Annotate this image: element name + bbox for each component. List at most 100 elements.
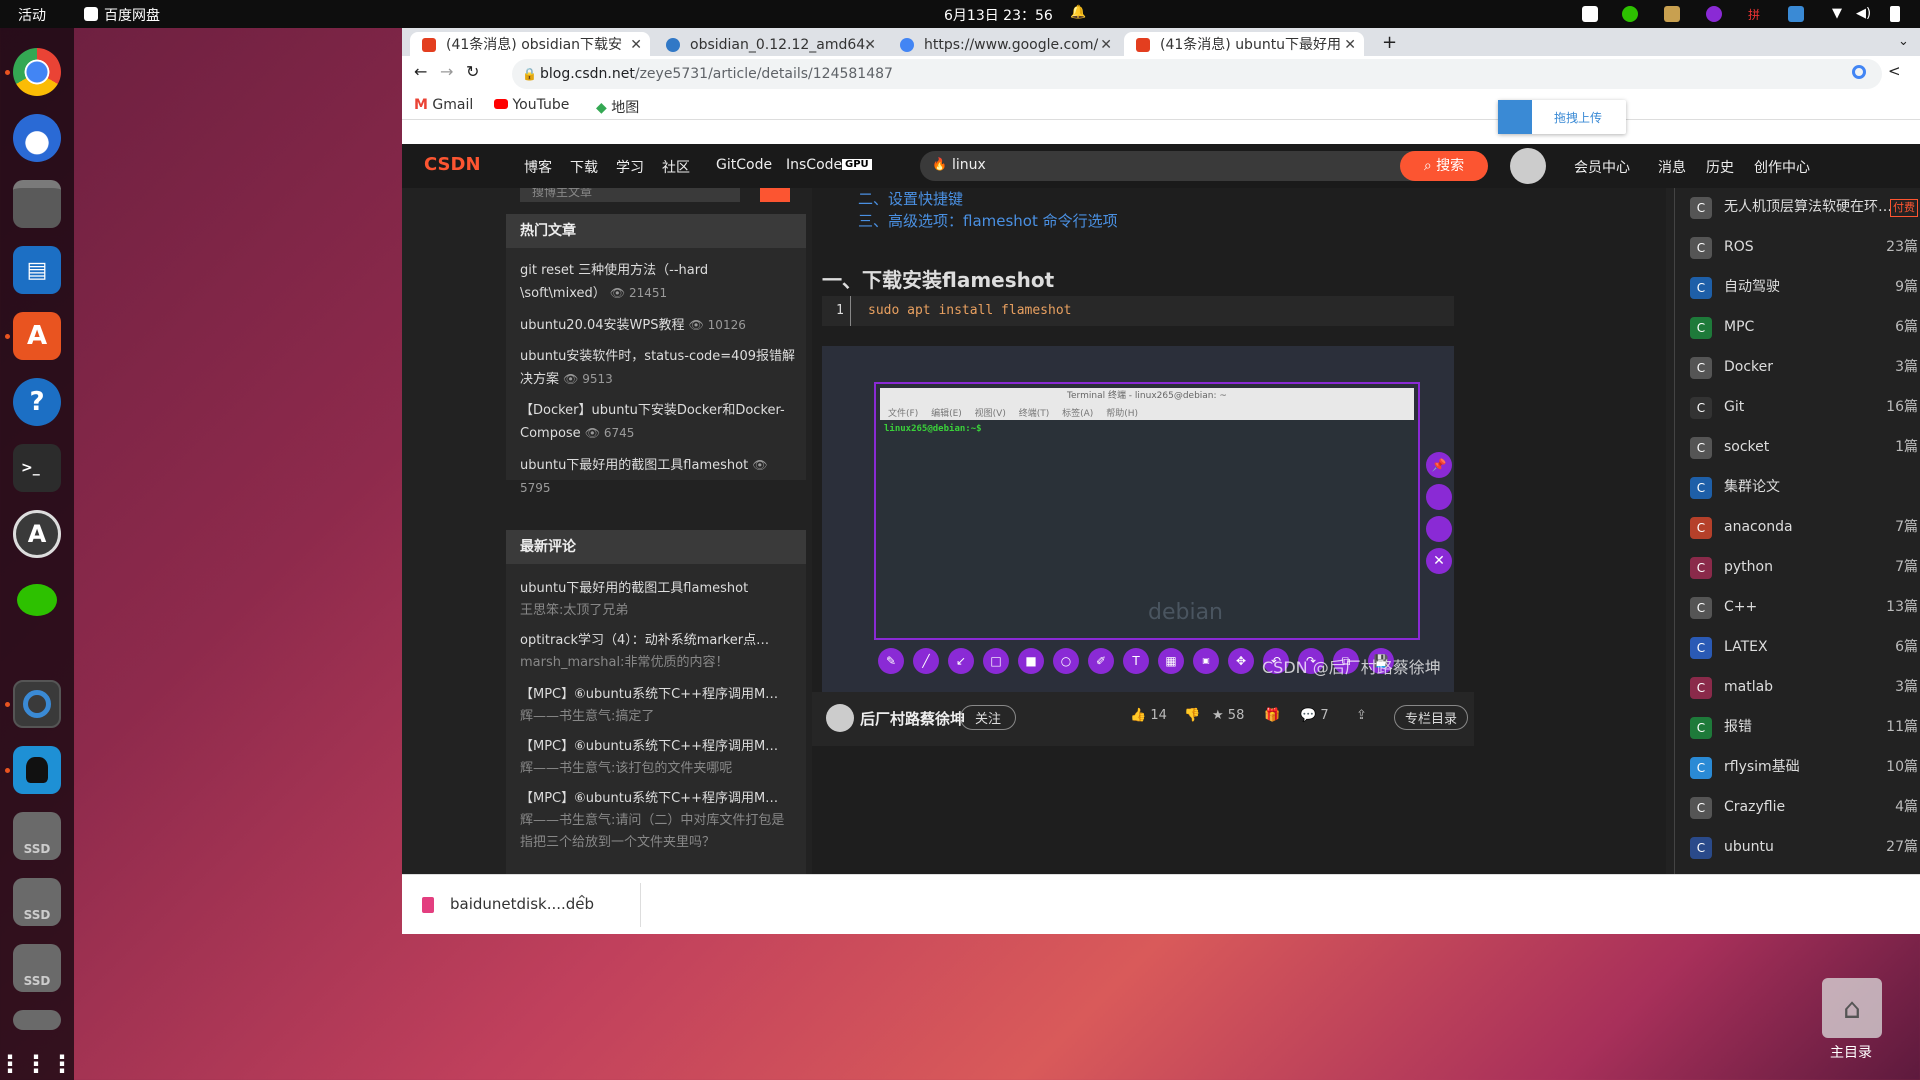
focused-app-name[interactable]: 百度网盘 bbox=[104, 5, 160, 25]
nav-messages[interactable]: 消息 bbox=[1658, 157, 1686, 177]
comment-button[interactable]: 💬 7 bbox=[1300, 708, 1329, 723]
show-apps-icon[interactable]: ⋮⋮⋮ bbox=[0, 1040, 74, 1080]
help-icon[interactable]: ? bbox=[13, 378, 61, 426]
column-item[interactable]: C Crazyflie 4篇 bbox=[1684, 792, 1918, 822]
appcenter-icon[interactable]: A bbox=[13, 312, 61, 360]
toc-item[interactable]: 三、高级选项：flameshot 命令行选项 bbox=[858, 210, 1118, 231]
baidu-netdisk-icon[interactable] bbox=[13, 680, 61, 728]
app-tray-icon[interactable] bbox=[1706, 6, 1722, 22]
column-item[interactable]: C Git 16篇 bbox=[1684, 392, 1918, 422]
chevron-up-icon[interactable]: ⌃ bbox=[576, 893, 588, 909]
comment-item[interactable]: 【MPC】⑥ubuntu系统下C++程序调用M… 辉——书生意气:请问（二）中对库… bbox=[520, 788, 796, 868]
ssd-drive-icon[interactable]: SSD bbox=[13, 812, 61, 860]
notification-bell-icon[interactable]: 🔔 bbox=[1070, 5, 1086, 20]
tab-csdn-flameshot[interactable]: (41条消息) ubuntu下最好用 ✕ bbox=[1124, 32, 1364, 58]
comment-item[interactable]: ubuntu下最好用的截图工具flameshot 王思笨:太顶了兄弟 bbox=[520, 578, 796, 622]
column-item[interactable]: C MPC 6篇 bbox=[1684, 312, 1918, 342]
comment-item[interactable]: 【MPC】⑥ubuntu系统下C++程序调用M… 辉——书生意气:搞定了 bbox=[520, 684, 796, 728]
drive-icon[interactable] bbox=[13, 1010, 61, 1030]
toc-item[interactable]: 二、设置快捷键 bbox=[858, 188, 963, 209]
csdn-logo[interactable]: CSDN bbox=[424, 154, 481, 175]
code-block[interactable]: 1 sudo apt install flameshot bbox=[822, 296, 1454, 326]
column-item[interactable]: Crflysim基础 10篇 bbox=[1684, 752, 1918, 782]
baidu-drag-upload[interactable]: 拖拽上传 bbox=[1498, 100, 1626, 134]
column-item[interactable]: Canaconda 7篇 bbox=[1684, 512, 1918, 542]
nav-gitcode[interactable]: GitCode bbox=[716, 157, 772, 173]
nav-blog[interactable]: 博客 bbox=[524, 157, 552, 177]
column-item[interactable]: C LATEX 6篇 bbox=[1684, 632, 1918, 662]
bookmark-youtube[interactable]: YouTube bbox=[494, 97, 569, 113]
blog-search-button[interactable] bbox=[760, 188, 790, 202]
avatar[interactable] bbox=[1510, 148, 1546, 184]
column-item[interactable]: C 自动驾驶 9篇 bbox=[1684, 272, 1918, 302]
column-item[interactable]: Csocket 1篇 bbox=[1684, 432, 1918, 462]
tab-google[interactable]: https://www.google.com/✕ bbox=[888, 32, 1120, 58]
terminal-icon[interactable]: >_ bbox=[13, 444, 61, 492]
close-tab-icon[interactable]: ✕ bbox=[864, 32, 876, 58]
share-icon[interactable]: ⇪ bbox=[1356, 708, 1367, 723]
nav-download[interactable]: 下载 bbox=[570, 157, 598, 177]
thunderbird-icon[interactable] bbox=[13, 114, 61, 162]
wifi-icon[interactable]: ▼ bbox=[1832, 6, 1848, 22]
google-lens-icon[interactable] bbox=[1852, 65, 1866, 79]
comment-item[interactable]: 【MPC】⑥ubuntu系统下C++程序调用M… 辉——书生意气:该打包的文件夹哪… bbox=[520, 736, 796, 780]
column-item[interactable]: Cubuntu 27篇 bbox=[1684, 832, 1918, 862]
column-item[interactable]: C 报错 11篇 bbox=[1684, 712, 1918, 742]
column-item[interactable]: C 无人机顶层算法软硬在环… 付费 bbox=[1684, 192, 1918, 222]
column-toc-button[interactable]: 专栏目录 bbox=[1394, 705, 1469, 730]
column-item[interactable]: C Docker 3篇 bbox=[1684, 352, 1918, 382]
follow-button[interactable]: 关注 bbox=[960, 705, 1017, 730]
comment-item[interactable]: optitrack学习（4）：动补系统marker点… marsh_marshal… bbox=[520, 630, 796, 674]
column-item[interactable]: C C++ 13篇 bbox=[1684, 592, 1918, 622]
hot-article[interactable]: 【Docker】ubuntu下安装Docker和Docker-Compose 👁… bbox=[520, 400, 796, 445]
new-tab-button[interactable]: + bbox=[1382, 32, 1397, 53]
cat-tray-icon[interactable] bbox=[1664, 6, 1680, 22]
nav-history[interactable]: 历史 bbox=[1706, 157, 1734, 177]
nav-inscode[interactable]: InsCode bbox=[786, 157, 842, 173]
hot-article[interactable]: ubuntu20.04安装WPS教程 👁 10126 bbox=[520, 314, 796, 337]
bookmark-maps[interactable]: ◆ 地图 bbox=[596, 97, 639, 117]
hot-article[interactable]: git reset 三种使用方法（--hard \soft\mixed） 👁 2… bbox=[520, 260, 796, 305]
writer-icon[interactable]: ▤ bbox=[13, 246, 61, 294]
volume-icon[interactable]: ◀) bbox=[1856, 6, 1872, 22]
column-item[interactable]: C ROS 23篇 bbox=[1684, 232, 1918, 262]
download-filename[interactable]: baidunetdisk....deb bbox=[450, 895, 594, 913]
tab-obsidian-deb[interactable]: obsidian_0.12.12_amd64. ✕ bbox=[654, 32, 884, 58]
nav-vip[interactable]: 会员中心 bbox=[1574, 157, 1630, 177]
software-updater-icon[interactable]: A bbox=[13, 510, 61, 558]
search-button[interactable]: ⌕ 搜索 bbox=[1400, 151, 1488, 181]
clock[interactable]: 6月13日 23：56 bbox=[944, 5, 1053, 25]
address-bar[interactable]: 🔒 blog.csdn.net/zeye5731/article/details… bbox=[512, 59, 1882, 89]
ssd-drive-icon[interactable]: SSD bbox=[13, 944, 61, 992]
like-button[interactable]: 👍 14 bbox=[1130, 708, 1167, 723]
nav-community[interactable]: 社区 bbox=[662, 157, 690, 177]
close-tab-icon[interactable]: ✕ bbox=[630, 32, 642, 58]
hot-article[interactable]: ubuntu安装软件时，status-code=409报错解决方案 👁 9513 bbox=[520, 346, 796, 391]
column-item[interactable]: Cpython 7篇 bbox=[1684, 552, 1918, 582]
chrome-icon[interactable] bbox=[13, 48, 61, 96]
csdn-search-input[interactable]: 🔥 linux bbox=[920, 151, 1472, 181]
back-arrow-icon[interactable]: ← bbox=[414, 62, 427, 81]
close-tab-icon[interactable]: ✕ bbox=[1344, 32, 1356, 58]
column-item[interactable]: C 集群论文 bbox=[1684, 472, 1918, 502]
nav-learn[interactable]: 学习 bbox=[616, 157, 644, 177]
wechat-icon[interactable] bbox=[13, 576, 61, 624]
qq-icon[interactable] bbox=[13, 746, 61, 794]
wechat-tray-icon[interactable] bbox=[1622, 6, 1638, 22]
author-name[interactable]: 后厂村路蔡徐坤 bbox=[860, 708, 965, 729]
blog-search-input[interactable]: 搜博主文章 bbox=[520, 188, 740, 202]
close-tab-icon[interactable]: ✕ bbox=[1100, 32, 1112, 58]
reload-icon[interactable]: ↻ bbox=[466, 62, 479, 81]
forward-arrow-icon[interactable]: → bbox=[440, 62, 453, 81]
baidu-tray-icon[interactable] bbox=[1582, 6, 1598, 22]
home-folder-icon[interactable]: ⌂ bbox=[1822, 978, 1882, 1038]
author-avatar[interactable] bbox=[826, 704, 854, 732]
column-item[interactable]: Cmatlab 3篇 bbox=[1684, 672, 1918, 702]
files-icon[interactable] bbox=[13, 180, 61, 228]
tab-search-chevron-icon[interactable]: ⌄ bbox=[1898, 34, 1909, 49]
tab-csdn-obsidian[interactable]: (41条消息) obsidian下载安 ✕ bbox=[410, 32, 650, 58]
nav-create[interactable]: 创作中心 bbox=[1754, 157, 1810, 177]
image-tray-icon[interactable] bbox=[1788, 6, 1804, 22]
bookmark-gmail[interactable]: M Gmail bbox=[414, 97, 473, 113]
activities-button[interactable]: 活动 bbox=[18, 5, 46, 25]
